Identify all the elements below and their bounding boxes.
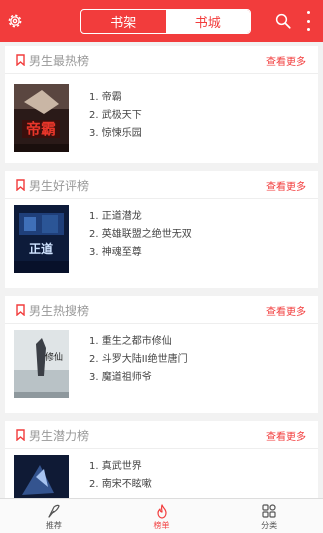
tab-bookshelf[interactable]: 书架 xyxy=(81,10,166,33)
book-cover[interactable]: 正道 xyxy=(14,205,69,273)
card-title: 男生热搜榜 xyxy=(29,304,90,318)
card-title: 男生最热榜 xyxy=(29,54,90,68)
book-title-link[interactable]: 2. 武极天下 xyxy=(89,107,142,125)
shelf-store-switch: 书架 书城 xyxy=(80,9,251,34)
view-more-link[interactable]: 查看更多 xyxy=(266,178,306,193)
bottom-navigation: 推荐 榜单 分类 xyxy=(0,498,323,533)
ranking-list: 男生最热榜 查看更多 帝霸 1. 帝霸 2. 武极天下 3. 惊悚乐园 男生好评 xyxy=(0,42,323,498)
nav-recommend[interactable]: 推荐 xyxy=(0,499,108,533)
feather-icon xyxy=(48,504,60,518)
card-title: 男生潜力榜 xyxy=(29,429,90,443)
ranking-card: 男生热搜榜 查看更多 修仙 1. 重生之都市修仙 2. 斗罗大陆II绝世唐门 3… xyxy=(5,296,318,413)
view-more-link[interactable]: 查看更多 xyxy=(266,428,306,443)
bookmark-icon xyxy=(16,429,25,441)
book-title-link[interactable]: 2. 斗罗大陆II绝世唐门 xyxy=(89,351,188,369)
svg-text:正道: 正道 xyxy=(29,241,53,256)
nav-ranking[interactable]: 榜单 xyxy=(108,499,216,533)
book-list: 1. 真武世界 2. 南宋不眩嗽 xyxy=(89,458,152,494)
book-cover[interactable] xyxy=(14,455,69,498)
nav-label: 分类 xyxy=(261,521,278,530)
more-vertical-icon[interactable] xyxy=(303,11,313,31)
ranking-card: 男生潜力榜 查看更多 1. 真武世界 2. 南宋不眩嗽 xyxy=(5,421,318,498)
book-list: 1. 帝霸 2. 武极天下 3. 惊悚乐园 xyxy=(89,89,142,143)
card-header: 男生好评榜 查看更多 xyxy=(5,171,318,199)
svg-text:修仙: 修仙 xyxy=(45,351,63,363)
flame-icon xyxy=(156,504,167,519)
bookmark-icon xyxy=(16,179,25,191)
top-bar: 书架 书城 xyxy=(0,0,323,42)
nav-label: 推荐 xyxy=(45,521,62,530)
book-cover[interactable]: 修仙 xyxy=(14,330,69,398)
book-title-link[interactable]: 3. 惊悚乐园 xyxy=(89,125,142,143)
view-more-link[interactable]: 查看更多 xyxy=(266,303,306,318)
card-header: 男生潜力榜 查看更多 xyxy=(5,421,318,449)
bookmark-icon xyxy=(16,54,25,66)
search-icon[interactable] xyxy=(274,12,292,30)
book-title-link[interactable]: 1. 重生之都市修仙 xyxy=(89,333,188,351)
book-title-link[interactable]: 3. 魔道祖师爷 xyxy=(89,369,188,387)
view-more-link[interactable]: 查看更多 xyxy=(266,53,306,68)
book-list: 1. 正道潜龙 2. 英雄联盟之绝世无双 3. 神魂至尊 xyxy=(89,208,192,262)
ranking-card: 男生好评榜 查看更多 正道 1. 正道潜龙 2. 英雄联盟之绝世无双 3. 神魂… xyxy=(5,171,318,288)
card-header: 男生热搜榜 查看更多 xyxy=(5,296,318,324)
book-list: 1. 重生之都市修仙 2. 斗罗大陆II绝世唐门 3. 魔道祖师爷 xyxy=(89,333,188,387)
book-cover[interactable]: 帝霸 xyxy=(14,84,69,152)
nav-category[interactable]: 分类 xyxy=(215,499,323,533)
book-title-link[interactable]: 1. 真武世界 xyxy=(89,458,152,476)
tab-bookstore[interactable]: 书城 xyxy=(165,10,250,33)
book-title-link[interactable]: 1. 帝霸 xyxy=(89,89,142,107)
book-title-link[interactable]: 3. 神魂至尊 xyxy=(89,244,192,262)
grid-icon xyxy=(262,504,276,518)
book-title-link[interactable]: 1. 正道潜龙 xyxy=(89,208,192,226)
card-title: 男生好评榜 xyxy=(29,179,90,193)
ranking-card: 男生最热榜 查看更多 帝霸 1. 帝霸 2. 武极天下 3. 惊悚乐园 xyxy=(5,46,318,163)
settings-gear-icon[interactable] xyxy=(6,12,24,30)
svg-text:帝霸: 帝霸 xyxy=(26,120,56,138)
nav-label: 榜单 xyxy=(153,521,170,530)
book-title-link[interactable]: 2. 南宋不眩嗽 xyxy=(89,476,152,494)
card-header: 男生最热榜 查看更多 xyxy=(5,46,318,74)
book-title-link[interactable]: 2. 英雄联盟之绝世无双 xyxy=(89,226,192,244)
bookmark-icon xyxy=(16,304,25,316)
